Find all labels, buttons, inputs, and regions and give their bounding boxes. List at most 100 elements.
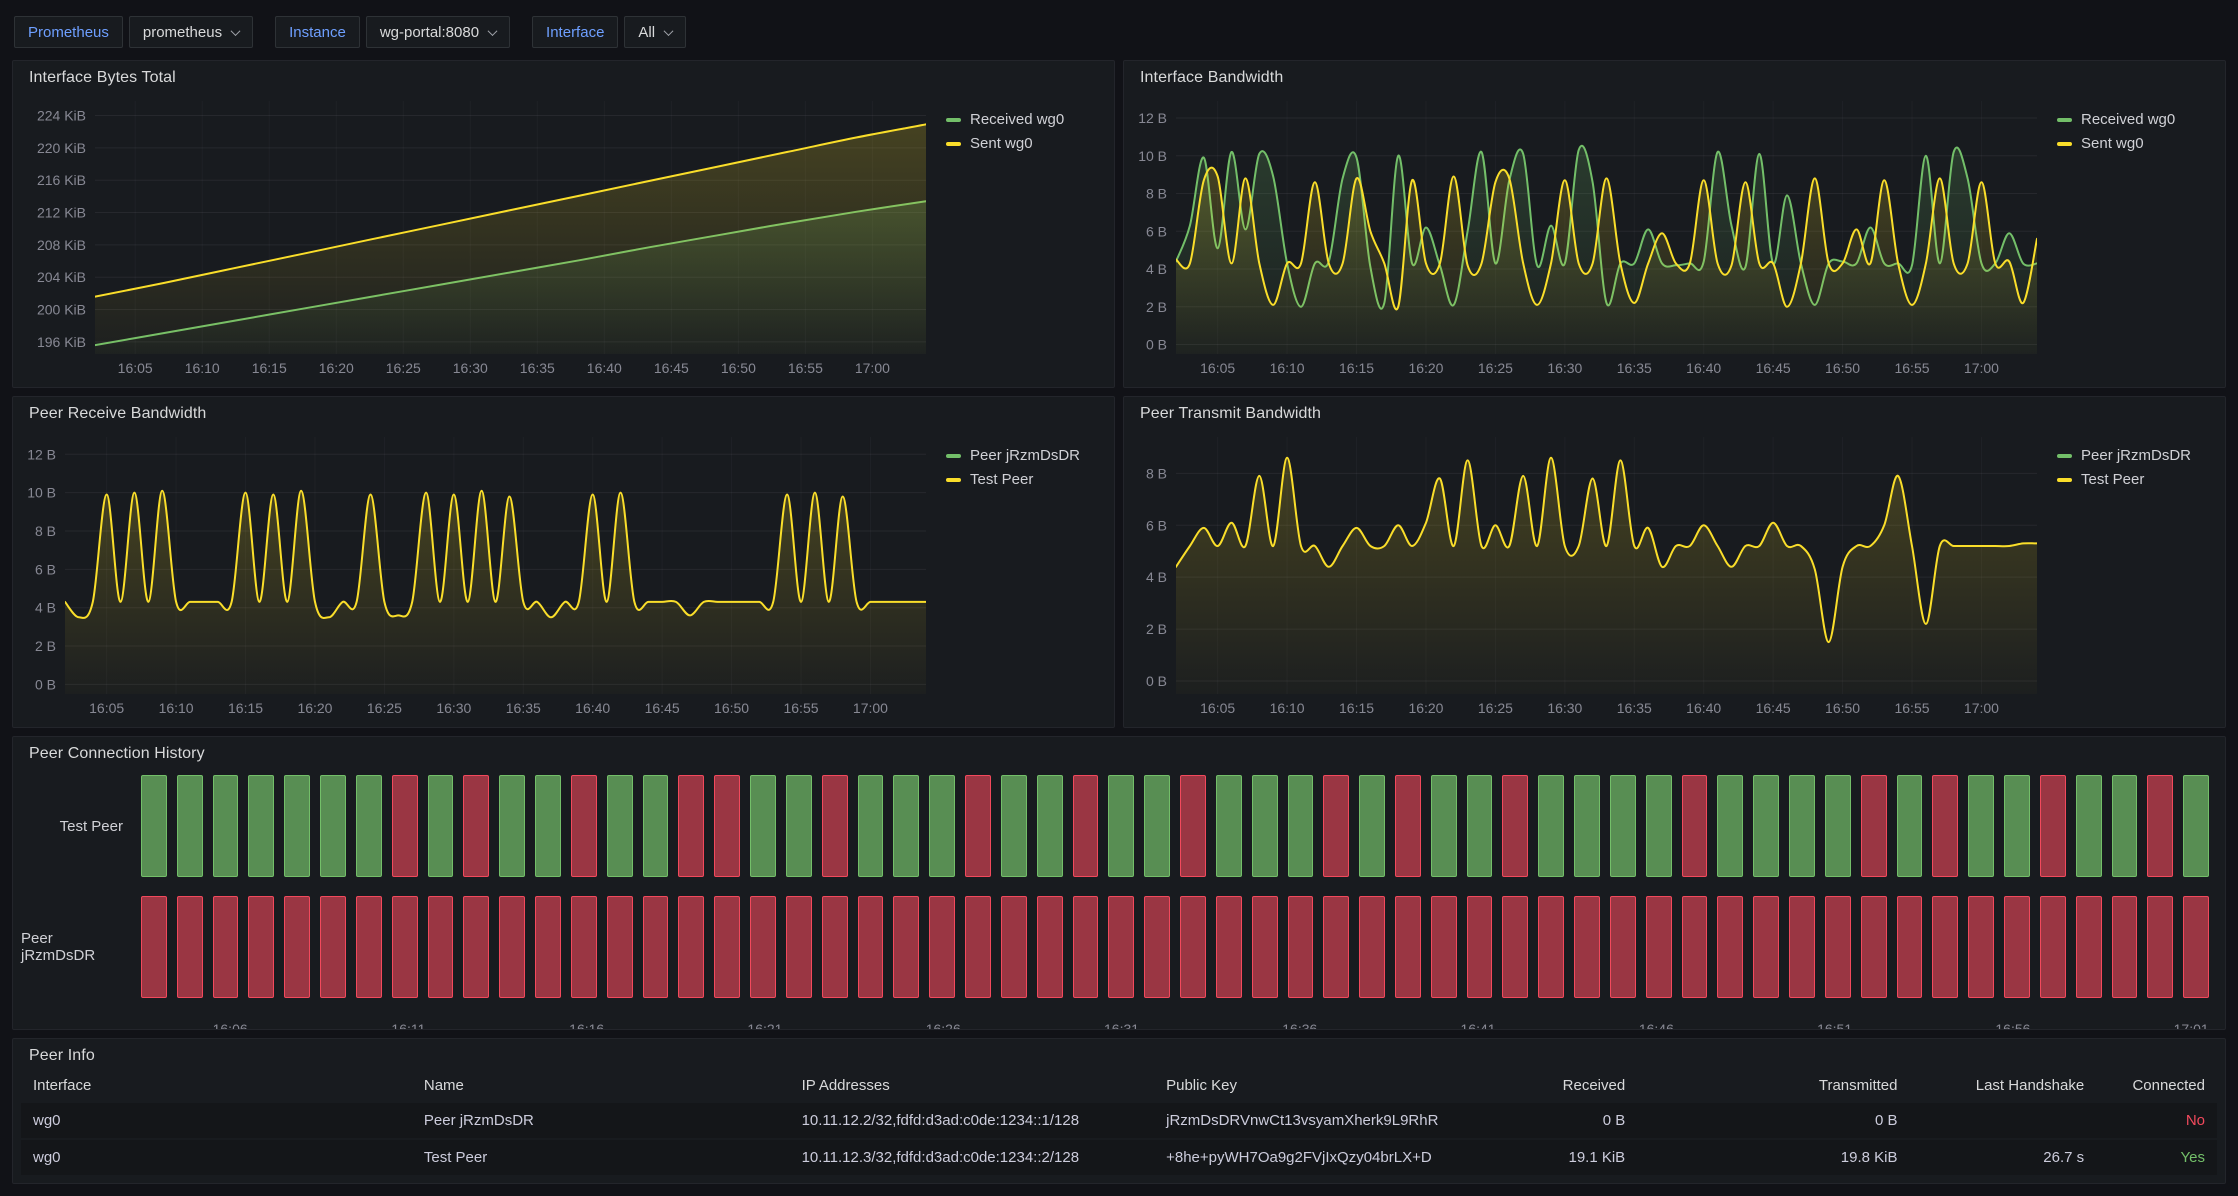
status-cell-disconnected[interactable] xyxy=(678,896,704,998)
status-cell-disconnected[interactable] xyxy=(213,896,239,998)
status-cell-connected[interactable] xyxy=(1574,775,1600,877)
status-cell-disconnected[interactable] xyxy=(571,896,597,998)
status-cell-disconnected[interactable] xyxy=(607,896,633,998)
status-cell-disconnected[interactable] xyxy=(1431,896,1457,998)
status-cell-disconnected[interactable] xyxy=(786,896,812,998)
status-cell-connected[interactable] xyxy=(1037,775,1063,877)
status-cell-connected[interactable] xyxy=(213,775,239,877)
timeseries-chart[interactable]: 196 KiB200 KiB204 KiB208 KiB212 KiB216 K… xyxy=(21,91,936,380)
column-header-name[interactable]: Name xyxy=(412,1069,790,1102)
legend-item[interactable]: Peer jRzmDsDR xyxy=(2057,447,2215,464)
status-cell-connected[interactable] xyxy=(1753,775,1779,877)
status-cell-connected[interactable] xyxy=(1216,775,1242,877)
status-cell-connected[interactable] xyxy=(2112,775,2138,877)
status-cell-disconnected[interactable] xyxy=(714,896,740,998)
status-cell-disconnected[interactable] xyxy=(1574,896,1600,998)
status-cell-disconnected[interactable] xyxy=(1897,896,1923,998)
status-cell-disconnected[interactable] xyxy=(1932,775,1958,877)
status-cell-connected[interactable] xyxy=(750,775,776,877)
timeseries-chart[interactable]: 0 B2 B4 B6 B8 B16:0516:1016:1516:2016:25… xyxy=(1132,427,2047,720)
status-cell-disconnected[interactable] xyxy=(2147,896,2173,998)
status-cell-disconnected[interactable] xyxy=(1001,896,1027,998)
status-cell-connected[interactable] xyxy=(1789,775,1815,877)
status-cell-disconnected[interactable] xyxy=(392,775,418,877)
column-header-received[interactable]: Received xyxy=(1440,1069,1638,1102)
status-cell-connected[interactable] xyxy=(786,775,812,877)
status-cell-connected[interactable] xyxy=(284,775,310,877)
variable-prometheus-dropdown[interactable]: prometheus xyxy=(129,16,253,48)
panel-header[interactable]: Peer Receive Bandwidth xyxy=(13,397,1114,427)
status-cell-disconnected[interactable] xyxy=(1252,896,1278,998)
status-cell-disconnected[interactable] xyxy=(1108,896,1134,998)
timeseries-chart[interactable]: 0 B2 B4 B6 B8 B10 B12 B16:0516:1016:1516… xyxy=(1132,91,2047,380)
status-cell-disconnected[interactable] xyxy=(1502,896,1528,998)
legend-item[interactable]: Peer jRzmDsDR xyxy=(946,447,1104,464)
status-cell-connected[interactable] xyxy=(535,775,561,877)
column-header-interface[interactable]: Interface xyxy=(21,1069,412,1102)
status-cell-connected[interactable] xyxy=(1431,775,1457,877)
status-cell-connected[interactable] xyxy=(1610,775,1636,877)
status-cell-disconnected[interactable] xyxy=(248,896,274,998)
panel-header[interactable]: Peer Transmit Bandwidth xyxy=(1124,397,2225,427)
status-cell-disconnected[interactable] xyxy=(2076,896,2102,998)
status-cell-disconnected[interactable] xyxy=(643,896,669,998)
status-cell-disconnected[interactable] xyxy=(1216,896,1242,998)
status-cell-disconnected[interactable] xyxy=(678,775,704,877)
status-cell-connected[interactable] xyxy=(929,775,955,877)
status-cell-disconnected[interactable] xyxy=(177,896,203,998)
status-cell-disconnected[interactable] xyxy=(929,896,955,998)
status-cell-disconnected[interactable] xyxy=(965,775,991,877)
column-header-ip-addresses[interactable]: IP Addresses xyxy=(790,1069,1155,1102)
status-cell-disconnected[interactable] xyxy=(2112,896,2138,998)
status-cell-connected[interactable] xyxy=(177,775,203,877)
status-cell-disconnected[interactable] xyxy=(1180,775,1206,877)
timeseries-chart[interactable]: 0 B2 B4 B6 B8 B10 B12 B16:0516:1016:1516… xyxy=(21,427,936,720)
status-cell-connected[interactable] xyxy=(1467,775,1493,877)
status-cell-connected[interactable] xyxy=(1252,775,1278,877)
status-cell-disconnected[interactable] xyxy=(535,896,561,998)
status-cell-disconnected[interactable] xyxy=(320,896,346,998)
status-cell-connected[interactable] xyxy=(858,775,884,877)
status-cell-disconnected[interactable] xyxy=(858,896,884,998)
status-cell-connected[interactable] xyxy=(2004,775,2030,877)
status-cell-disconnected[interactable] xyxy=(428,896,454,998)
status-cell-disconnected[interactable] xyxy=(1144,896,1170,998)
status-cell-disconnected[interactable] xyxy=(1682,775,1708,877)
status-cell-disconnected[interactable] xyxy=(822,896,848,998)
status-cell-disconnected[interactable] xyxy=(2183,896,2209,998)
status-cell-connected[interactable] xyxy=(643,775,669,877)
status-cell-disconnected[interactable] xyxy=(1682,896,1708,998)
status-cell-disconnected[interactable] xyxy=(1395,896,1421,998)
status-cell-disconnected[interactable] xyxy=(2040,775,2066,877)
status-cell-disconnected[interactable] xyxy=(1968,896,1994,998)
status-cell-disconnected[interactable] xyxy=(1610,896,1636,998)
status-cell-disconnected[interactable] xyxy=(1467,896,1493,998)
status-cell-connected[interactable] xyxy=(1359,775,1385,877)
legend-item[interactable]: Test Peer xyxy=(946,471,1104,488)
status-cell-connected[interactable] xyxy=(2183,775,2209,877)
status-cell-connected[interactable] xyxy=(1001,775,1027,877)
legend-item[interactable]: Test Peer xyxy=(2057,471,2215,488)
column-header-public-key[interactable]: Public Key xyxy=(1154,1069,1439,1102)
status-cell-disconnected[interactable] xyxy=(1932,896,1958,998)
status-cell-disconnected[interactable] xyxy=(392,896,418,998)
status-cell-disconnected[interactable] xyxy=(284,896,310,998)
status-cell-connected[interactable] xyxy=(1288,775,1314,877)
column-header-transmitted[interactable]: Transmitted xyxy=(1637,1069,1909,1102)
status-cell-disconnected[interactable] xyxy=(571,775,597,877)
column-header-last-handshake[interactable]: Last Handshake xyxy=(1910,1069,2097,1102)
status-cell-connected[interactable] xyxy=(428,775,454,877)
status-cell-connected[interactable] xyxy=(356,775,382,877)
status-cell-disconnected[interactable] xyxy=(1359,896,1385,998)
status-cell-disconnected[interactable] xyxy=(2004,896,2030,998)
variable-interface-dropdown[interactable]: All xyxy=(624,16,686,48)
status-cell-disconnected[interactable] xyxy=(141,896,167,998)
status-cell-disconnected[interactable] xyxy=(1502,775,1528,877)
status-cell-disconnected[interactable] xyxy=(356,896,382,998)
legend-item[interactable]: Received wg0 xyxy=(946,111,1104,128)
status-cell-connected[interactable] xyxy=(1646,775,1672,877)
panel-header[interactable]: Interface Bytes Total xyxy=(13,61,1114,91)
status-cell-connected[interactable] xyxy=(1825,775,1851,877)
status-cell-disconnected[interactable] xyxy=(463,775,489,877)
status-cell-connected[interactable] xyxy=(499,775,525,877)
